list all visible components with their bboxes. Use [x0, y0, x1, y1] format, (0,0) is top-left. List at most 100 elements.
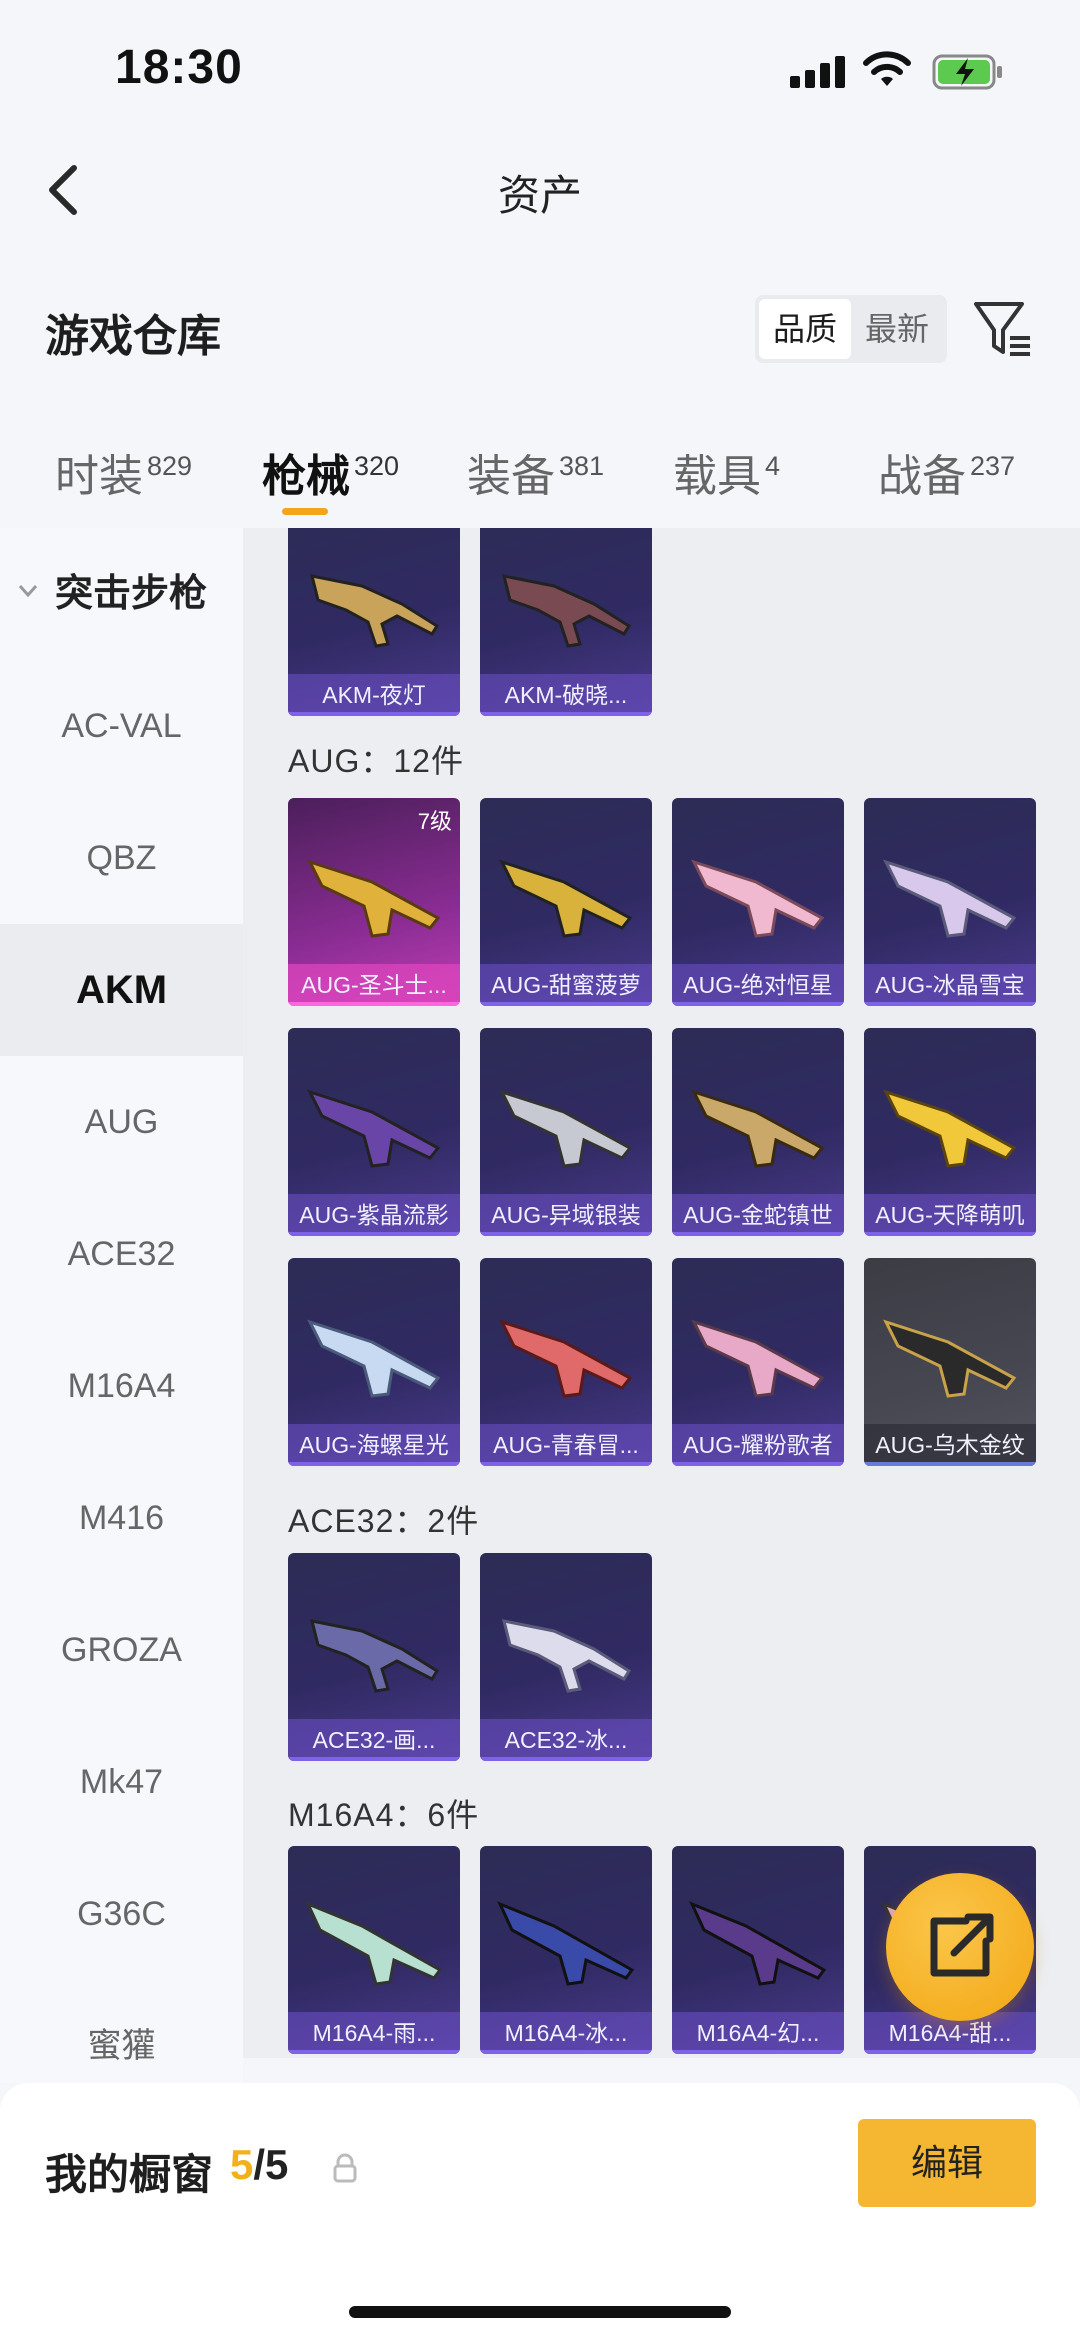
tab-count: 237	[970, 451, 1016, 482]
weapon-card[interactable]: AUG-乌木金纹	[864, 1258, 1036, 1466]
rifle-icon	[499, 859, 633, 938]
weapon-name: AUG-甜蜜菠萝	[480, 964, 652, 1006]
sidebar-item-qbz[interactable]: QBZ	[0, 792, 243, 924]
showcase-bar: 我的橱窗 5/5 编辑	[0, 2083, 1080, 2337]
sidebar-item-m416[interactable]: M416	[0, 1452, 243, 1584]
rifle-icon	[497, 1901, 635, 1986]
wifi-icon	[863, 51, 911, 86]
weapon-card[interactable]: AUG-甜蜜菠萝	[480, 798, 652, 1006]
weapon-card[interactable]: AUG-金蛇镇世	[672, 1028, 844, 1236]
page-title: 资产	[497, 172, 582, 219]
status-bar: 18:30	[0, 0, 1080, 130]
tab-count: 829	[147, 451, 193, 482]
warehouse-title: 游戏仓库	[45, 312, 221, 361]
rifle-icon	[501, 574, 632, 648]
tab-equipment[interactable]: 装备 381	[467, 440, 604, 504]
sidebar-item-akm[interactable]: AKM	[0, 924, 243, 1056]
card-underline	[480, 1462, 652, 1466]
weapon-card[interactable]: AUG-紫晶流影	[288, 1028, 460, 1236]
weapon-card[interactable]: ACE32-画...	[288, 1553, 460, 1761]
filter-icon[interactable]	[972, 298, 1034, 360]
rifle-icon	[691, 1319, 825, 1398]
category-tabs: 时装 829 枪械 320 装备 381 载具 4 战备 237	[0, 430, 1080, 530]
sort-toggle: 品质 最新	[755, 295, 947, 363]
rifle-icon	[689, 1901, 827, 1986]
card-underline	[864, 1462, 1036, 1466]
active-tab-indicator	[282, 508, 328, 515]
weapon-card[interactable]: AUG-青春冒...	[480, 1258, 652, 1466]
rifle-icon	[305, 1901, 443, 1986]
card-underline	[288, 712, 460, 716]
rifle-icon	[307, 1319, 441, 1398]
card-underline	[288, 1002, 460, 1006]
weapon-card[interactable]: M16A4-雨...	[288, 1846, 460, 2054]
sidebar-item-m16a4[interactable]: M16A4	[0, 1320, 243, 1452]
weapon-name: AUG-乌木金纹	[864, 1424, 1036, 1466]
weapon-name: M16A4-冰...	[480, 2012, 652, 2054]
card-underline	[288, 2050, 460, 2054]
card-underline	[480, 712, 652, 716]
weapon-name: AUG-紫晶流影	[288, 1194, 460, 1236]
sidebar-category-assault-rifle[interactable]: 突击步枪	[0, 528, 243, 660]
weapon-card[interactable]: AUG-冰晶雪宝	[864, 798, 1036, 1006]
weapon-card[interactable]: AUG-海螺星光	[288, 1258, 460, 1466]
tab-firearms[interactable]: 枪械 320	[262, 440, 399, 504]
weapon-card[interactable]: AUG-异域银装	[480, 1028, 652, 1236]
card-underline	[480, 1757, 652, 1761]
weapon-name: AUG-圣斗士...	[288, 964, 460, 1006]
weapon-card[interactable]: AKM-破晓...	[480, 528, 652, 716]
rifle-icon	[691, 1089, 825, 1168]
sidebar-item-honey-badger[interactable]: 蜜獾	[0, 1980, 243, 2083]
tab-label: 战备	[878, 452, 966, 501]
weapon-card[interactable]: AUG-天降萌叽	[864, 1028, 1036, 1236]
weapon-card[interactable]: M16A4-幻...	[672, 1846, 844, 2054]
weapon-card[interactable]: ACE32-冰...	[480, 1553, 652, 1761]
weapon-name: AUG-金蛇镇世	[672, 1194, 844, 1236]
weapon-card[interactable]: AKM-夜灯	[288, 528, 460, 716]
battery-charging-icon	[932, 54, 1002, 90]
sidebar-item-g36c[interactable]: G36C	[0, 1848, 243, 1980]
showcase-count: 5/5	[230, 2141, 288, 2189]
sidebar-item-ace32[interactable]: ACE32	[0, 1188, 243, 1320]
rifle-icon	[309, 1619, 440, 1693]
rifle-icon	[307, 859, 441, 938]
share-fab-button[interactable]	[886, 1873, 1034, 2021]
card-underline	[288, 1757, 460, 1761]
tab-label: 时装	[55, 452, 143, 501]
sort-quality-button[interactable]: 品质	[759, 299, 851, 359]
sidebar-category-label: 突击步枪	[55, 573, 208, 615]
rifle-icon	[883, 859, 1017, 938]
rifle-icon	[501, 1619, 632, 1693]
weapon-name: ACE32-冰...	[480, 1719, 652, 1761]
card-underline	[480, 1002, 652, 1006]
sort-latest-button[interactable]: 最新	[851, 299, 943, 359]
edit-button[interactable]: 编辑	[858, 2119, 1036, 2207]
showcase-current: 5	[230, 2141, 254, 2188]
tab-vehicles[interactable]: 载具 4	[673, 440, 780, 504]
rifle-icon	[691, 859, 825, 938]
card-underline	[480, 2050, 652, 2054]
sidebar-item-aug[interactable]: AUG	[0, 1056, 243, 1188]
weapon-card[interactable]: 7级 AUG-圣斗士...	[288, 798, 460, 1006]
card-underline	[672, 1462, 844, 1466]
share-export-icon	[930, 1913, 994, 1977]
nav-header: 资产	[0, 140, 1080, 240]
card-underline	[672, 2050, 844, 2054]
weapon-card[interactable]: AUG-耀粉歌者	[672, 1258, 844, 1466]
rifle-icon	[883, 1089, 1017, 1168]
home-indicator	[349, 2306, 731, 2318]
tab-supplies[interactable]: 战备 237	[878, 440, 1015, 504]
tab-count: 4	[765, 451, 781, 482]
weapon-card[interactable]: M16A4-冰...	[480, 1846, 652, 2054]
sidebar-item-groza[interactable]: GROZA	[0, 1584, 243, 1716]
sidebar-item-mk47[interactable]: Mk47	[0, 1716, 243, 1848]
card-underline	[864, 1232, 1036, 1236]
weapon-name: AKM-夜灯	[288, 674, 460, 716]
tab-count: 381	[559, 451, 605, 482]
rifle-icon	[883, 1319, 1017, 1398]
weapon-grid: AKM-夜灯 AKM-破晓... AUG：12件 7级 AUG-圣斗士... A…	[243, 528, 1080, 2058]
sidebar-item-ac-val[interactable]: AC-VAL	[0, 660, 243, 792]
weapon-card[interactable]: AUG-绝对恒星	[672, 798, 844, 1006]
weapon-type-sidebar: 突击步枪 AC-VAL QBZ AKM AUG ACE32 M16A4 M416…	[0, 528, 243, 2083]
tab-fashion[interactable]: 时装 829	[55, 440, 192, 504]
